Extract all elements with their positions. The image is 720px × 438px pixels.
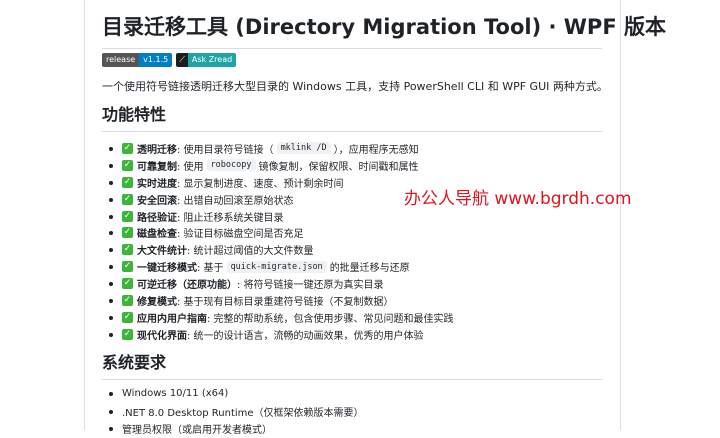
feature-list: ✓ 透明迁移: 使用目录符号链接（ mklink /D ），应用程序无感知 ✓ 可靠复制:… — [102, 140, 454, 343]
check-mark-icon: ✓ — [122, 176, 133, 188]
page-title: 目录迁移工具 (Directory Migration Tool) · WPF … — [102, 12, 666, 49]
check-mark-icon: ✓ — [122, 244, 133, 256]
feature-description: : 验证目标磁盘空间是否充足 — [177, 229, 304, 241]
feature-name: 一键迁移模式 — [137, 263, 197, 275]
check-mark-icon: ✓ — [122, 294, 133, 306]
feature-name: 磁盘检查 — [137, 229, 177, 241]
feature-item: ✓ 透明迁移: 使用目录符号链接（ mklink /D ），应用程序无感知 — [102, 140, 454, 157]
check-mark-icon: ✓ — [122, 193, 133, 205]
release-badge-label: release — [102, 53, 140, 67]
feature-description: : 阻止迁移系统关键目录 — [177, 212, 284, 224]
feature-description: : 基于现有目标目录重建符号链接（不复制数据） — [177, 296, 394, 308]
inline-code: robocopy — [206, 159, 256, 172]
feature-item: ✓ 可靠复制: 使用 robocopy 镜像复制，保留权限、时间戳和属性 — [102, 157, 454, 174]
check-mark-icon: ✓ — [122, 278, 133, 290]
feature-item: ✓ 修复模式: 基于现有目标目录重建符号链接（不复制数据） — [102, 292, 454, 309]
feature-description: : 统一的设计语言，流畅的动画效果，优秀的用户体验 — [187, 330, 424, 342]
check-mark-icon: ✓ — [122, 142, 133, 154]
feature-item: ✓ 安全回滚: 出错自动回滚至原始状态 — [102, 191, 454, 208]
requirement-item: .NET 8.0 Desktop Runtime（仅框架依赖版本需要） — [102, 403, 364, 421]
check-mark-icon: ✓ — [122, 261, 133, 273]
watermark: 办公人导航 www.bgrdh.com — [404, 189, 632, 209]
feature-item: ✓ 可逆迁移（还原功能）: 将符号链接一键还原为真实目录 — [102, 275, 454, 292]
zread-icon: ⟋ — [176, 53, 188, 67]
feature-description: : 使用 — [177, 161, 204, 173]
ask-zread-badge[interactable]: ⟋ Ask Zread — [176, 53, 237, 67]
feature-description: : 基于 — [197, 263, 224, 275]
feature-description: : 使用目录符号链接（ — [177, 144, 274, 156]
left-border — [84, 0, 85, 430]
feature-description: : 将符号链接一键还原为真实目录 — [237, 280, 384, 292]
feature-item: ✓ 实时进度: 显示复制进度、速度、预计剩余时间 — [102, 174, 454, 191]
badge-row: release v1.1.5 ⟋ Ask Zread — [102, 53, 237, 67]
feature-name: 大文件统计 — [137, 246, 187, 258]
feature-description: : 完整的帮助系统，包含使用步骤、常见问题和最佳实践 — [207, 313, 454, 325]
feature-item: ✓ 路径验证: 阻止迁移系统关键目录 — [102, 208, 454, 225]
feature-name: 可逆迁移（还原功能） — [137, 280, 237, 292]
feature-item: ✓ 应用内用户指南: 完整的帮助系统，包含使用步骤、常见问题和最佳实践 — [102, 309, 454, 326]
zread-badge-label: Ask Zread — [187, 53, 237, 67]
check-mark-icon: ✓ — [122, 311, 133, 323]
feature-name: 实时进度 — [137, 178, 177, 190]
feature-item: ✓ 一键迁移模式: 基于 quick-migrate.json 的批量迁移与还原 — [102, 258, 454, 275]
intro-paragraph: 一个使用符号链接透明迁移大型目录的 Windows 工具，支持 PowerShe… — [102, 80, 608, 93]
feature-name: 安全回滚 — [137, 195, 177, 207]
feature-item: ✓ 大文件统计: 统计超过阈值的大文件数量 — [102, 241, 454, 258]
inline-code: quick-migrate.json — [226, 260, 327, 273]
features-heading: 功能特性 — [102, 104, 602, 132]
feature-item: ✓ 现代化界面: 统一的设计语言，流畅的动画效果，优秀的用户体验 — [102, 326, 454, 343]
feature-description-tail: ），应用程序无感知 — [333, 144, 419, 156]
feature-item: ✓ 磁盘检查: 验证目标磁盘空间是否充足 — [102, 224, 454, 241]
feature-name: 可靠复制 — [137, 161, 177, 173]
feature-name: 透明迁移 — [137, 144, 177, 156]
check-mark-icon: ✓ — [122, 210, 133, 222]
inline-code: mklink /D — [276, 142, 331, 155]
requirement-item: Windows 10/11 (x64) — [102, 385, 364, 403]
feature-description-tail: 的批量迁移与还原 — [329, 263, 410, 275]
check-mark-icon: ✓ — [122, 328, 133, 340]
feature-name: 现代化界面 — [137, 330, 187, 342]
feature-name: 修复模式 — [137, 296, 177, 308]
feature-description: : 统计超过阈值的大文件数量 — [187, 246, 314, 258]
requirements-heading: 系统要求 — [102, 352, 602, 380]
feature-name: 应用内用户指南 — [137, 313, 207, 325]
check-mark-icon: ✓ — [122, 227, 133, 239]
feature-description: : 显示复制进度、速度、预计剩余时间 — [177, 178, 344, 190]
release-badge[interactable]: release v1.1.5 — [102, 53, 173, 67]
check-mark-icon: ✓ — [122, 159, 133, 171]
right-border — [620, 0, 621, 430]
release-badge-version: v1.1.5 — [139, 53, 173, 67]
requirement-item: 管理员权限（或启用开发者模式） — [102, 420, 364, 438]
feature-description-tail: 镜像复制，保留权限、时间戳和属性 — [258, 161, 419, 173]
feature-name: 路径验证 — [137, 212, 177, 224]
feature-description: : 出错自动回滚至原始状态 — [177, 195, 294, 207]
